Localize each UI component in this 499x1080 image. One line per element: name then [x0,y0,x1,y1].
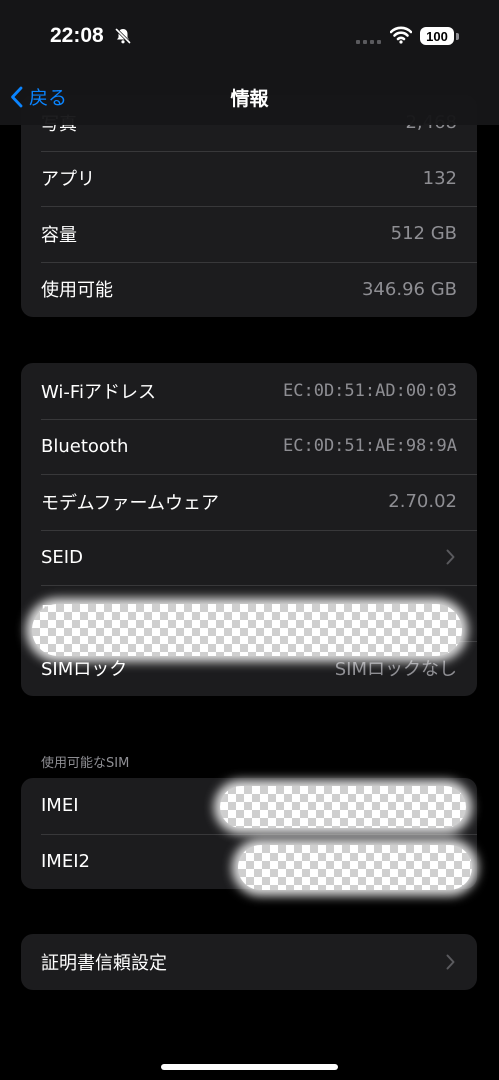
apps-value: 132 [422,167,457,189]
top-bar: 22:08 100 戻る 情報 [0,0,499,125]
apps-label: アプリ [41,169,95,191]
wifi-address-label: Wi-Fiアドレス [41,381,156,403]
storage-group: 写真 2,468 アプリ 132 容量 512 GB 使用可能 346.96 G… [21,95,477,317]
navigation-bar: 戻る 情報 [0,70,499,125]
certificate-trust-label: 証明書信頼設定 [41,952,167,974]
certificate-trust-row[interactable]: 証明書信頼設定 [21,934,477,990]
modem-firmware-value: 2.70.02 [388,491,457,513]
imei-redaction [220,786,466,828]
settings-list[interactable]: 写真 2,468 アプリ 132 容量 512 GB 使用可能 346.96 G… [0,0,499,1080]
capacity-value: 512 GB [390,223,457,245]
silent-bell-icon [114,27,132,45]
certificate-group: 証明書信頼設定 [21,934,477,990]
chevron-right-icon [443,547,457,567]
available-value: 346.96 GB [361,278,457,300]
imei-label: IMEI [41,795,79,817]
bluetooth-value: EC:0D:51:AE:98:9A [283,436,457,457]
status-time: 22:08 [50,24,104,47]
eid-redaction [32,604,462,656]
wifi-address-row: Wi-Fiアドレス EC:0D:51:AD:00:03 [21,363,477,419]
sim-section-header: 使用可能なSIM [41,756,130,771]
battery-icon: 100 [420,27,454,45]
status-bar: 22:08 100 [0,0,499,70]
wifi-icon [389,26,413,44]
available-label: 使用可能 [41,280,113,302]
wifi-address-value: EC:0D:51:AD:00:03 [283,380,457,401]
modem-firmware-label: モデムファームウェア [41,492,220,514]
battery-cap [456,33,459,40]
bluetooth-row: Bluetooth EC:0D:51:AE:98:9A [21,418,477,475]
page-title: 情報 [230,88,269,110]
chevron-right-icon [443,952,457,972]
seid-label: SEID [41,546,83,568]
capacity-row: 容量 512 GB [21,206,477,262]
capacity-label: 容量 [41,224,77,246]
imei2-redaction [238,845,472,890]
modem-firmware-row: モデムファームウェア 2.70.02 [21,474,477,530]
imei2-label: IMEI2 [41,850,90,872]
apps-row: アプリ 132 [21,150,477,207]
sim-lock-value: SIMロックなし [334,659,457,681]
bluetooth-label: Bluetooth [41,435,129,457]
seid-row[interactable]: SEID [21,529,477,586]
screen: 写真 2,468 アプリ 132 容量 512 GB 使用可能 346.96 G… [0,0,499,1080]
available-row: 使用可能 346.96 GB [21,261,477,318]
home-indicator[interactable] [161,1064,338,1070]
cellular-signal-icon [356,40,381,44]
sim-lock-label: SIMロック [41,659,128,681]
